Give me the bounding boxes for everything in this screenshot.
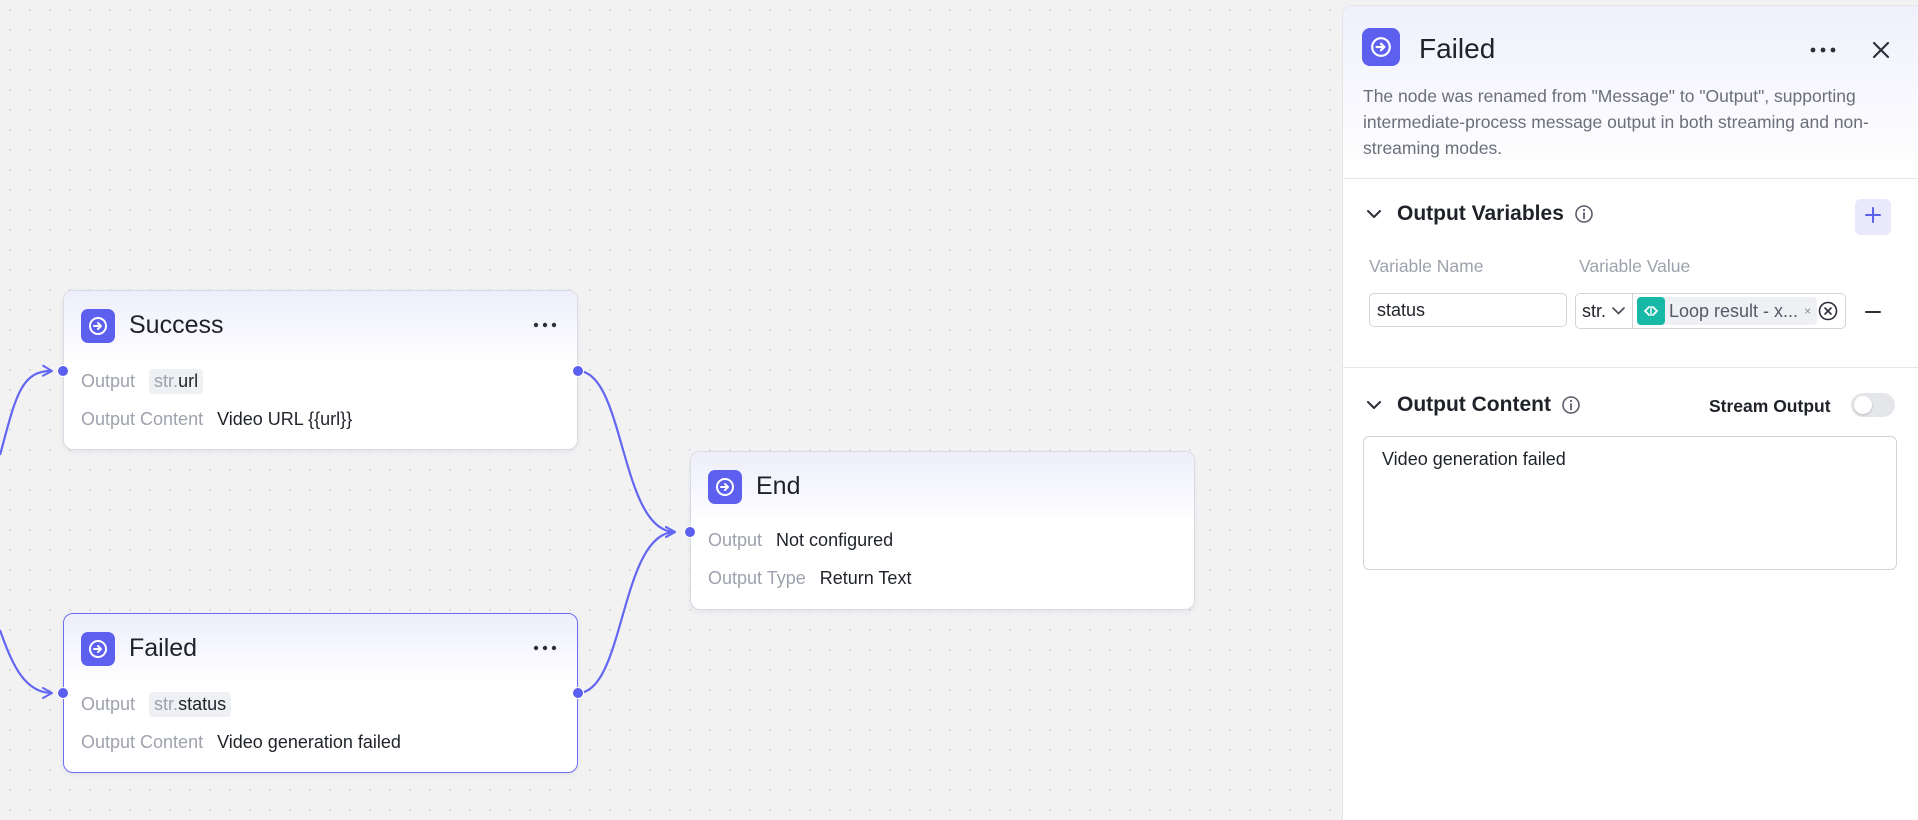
output-label: Output [81, 371, 136, 391]
stream-output-toggle[interactable] [1851, 393, 1895, 417]
output-content-label: Output Content [81, 732, 204, 752]
output-content-value: Video generation failed [217, 732, 401, 752]
output-type-value: Return Text [819, 568, 912, 588]
type-prefix: str. [154, 694, 179, 714]
panel-description: The node was renamed from "Message" to "… [1363, 86, 1869, 158]
variable-ref-label: Loop result - x... [1669, 300, 1799, 321]
variable-name: status [178, 694, 227, 714]
output-node-icon [708, 470, 742, 504]
panel-title[interactable]: Failed [1419, 33, 1495, 65]
output-row: Output str.url [81, 369, 204, 394]
more-icon[interactable] [531, 311, 559, 339]
end-node[interactable]: End Output Not configured Output Type Re… [690, 451, 1195, 610]
variable-value-reference[interactable]: Loop result - x... × [1632, 293, 1846, 329]
chevron-down-icon [1612, 307, 1625, 315]
output-content-value: Video URL {{url}} [217, 409, 353, 429]
node-title: Success [129, 311, 224, 339]
success-node[interactable]: Success Output str.url Output Content Vi… [63, 290, 578, 450]
output-row: Output Not configured [708, 530, 893, 551]
workflow-canvas[interactable]: Success Output str.url Output Content Vi… [0, 0, 1340, 820]
success-input-port[interactable] [57, 365, 69, 377]
node-config-panel: Failed The node was renamed from "Messag… [1342, 5, 1918, 820]
panel-header: Failed The node was renamed from "Messag… [1343, 6, 1918, 179]
node-header: Success [64, 291, 577, 363]
variable-name-column-label: Variable Name [1369, 256, 1484, 276]
minus-icon[interactable] [1861, 300, 1885, 324]
node-title: End [756, 472, 801, 500]
output-value: Not configured [776, 530, 894, 550]
chevron-down-icon[interactable] [1363, 203, 1385, 225]
edge-in-success [0, 364, 53, 456]
variable-value-column-label: Variable Value [1579, 256, 1691, 276]
output-content-row: Output Content Video URL {{url}} [81, 409, 352, 430]
chevron-down-icon[interactable] [1363, 394, 1385, 416]
output-variable-tag: str.url [149, 369, 204, 394]
output-node-icon [81, 632, 115, 666]
output-variables-title: Output Variables [1397, 202, 1564, 225]
output-variables-header: Output Variables [1363, 202, 1594, 226]
failed-output-port[interactable] [572, 687, 584, 699]
output-variable-tag: str.status [149, 692, 232, 717]
variable-type-value: str. [1582, 300, 1607, 321]
output-content-label: Output Content [81, 409, 204, 429]
failed-node[interactable]: Failed Output str.status Output Content … [63, 613, 578, 773]
edge-failed-end [577, 526, 676, 695]
toggle-knob [1854, 396, 1872, 414]
end-input-port[interactable] [684, 526, 696, 538]
node-header: End [691, 452, 1194, 524]
plus-icon [1864, 206, 1882, 229]
output-label: Output [81, 694, 136, 714]
success-output-port[interactable] [572, 365, 584, 377]
output-content-row: Output Content Video generation failed [81, 732, 401, 753]
output-content-textarea[interactable]: Video generation failed [1363, 436, 1897, 570]
add-variable-button[interactable] [1855, 199, 1891, 235]
output-label: Output [708, 530, 763, 550]
remove-ref-icon[interactable]: × [1804, 304, 1811, 318]
node-header: Failed [64, 614, 577, 686]
type-prefix: str. [154, 371, 179, 391]
variable-name-input[interactable]: status [1369, 293, 1567, 327]
output-node-icon [1362, 28, 1400, 66]
close-icon[interactable] [1863, 32, 1899, 68]
edge-success-end [577, 369, 676, 538]
more-icon[interactable] [531, 634, 559, 662]
output-row: Output str.status [81, 692, 232, 717]
section-divider [1343, 367, 1918, 368]
stream-output-label: Stream Output [1709, 396, 1831, 416]
info-icon[interactable] [1574, 204, 1594, 224]
output-node-icon [81, 309, 115, 343]
clear-icon[interactable] [1817, 300, 1839, 322]
output-type-row: Output Type Return Text [708, 568, 911, 589]
output-content-header: Output Content [1363, 393, 1581, 417]
output-content-title: Output Content [1397, 393, 1551, 416]
output-type-label: Output Type [708, 568, 806, 588]
info-icon[interactable] [1561, 395, 1581, 415]
variable-ref-tag[interactable]: Loop result - x... × [1637, 297, 1818, 325]
failed-input-port[interactable] [57, 687, 69, 699]
variable-name: url [178, 371, 199, 391]
variable-ref-icon [1637, 297, 1665, 325]
variable-type-select[interactable]: str. [1575, 293, 1632, 329]
edge-in-failed [0, 629, 53, 699]
more-icon[interactable] [1805, 32, 1841, 68]
node-title: Failed [129, 634, 198, 662]
